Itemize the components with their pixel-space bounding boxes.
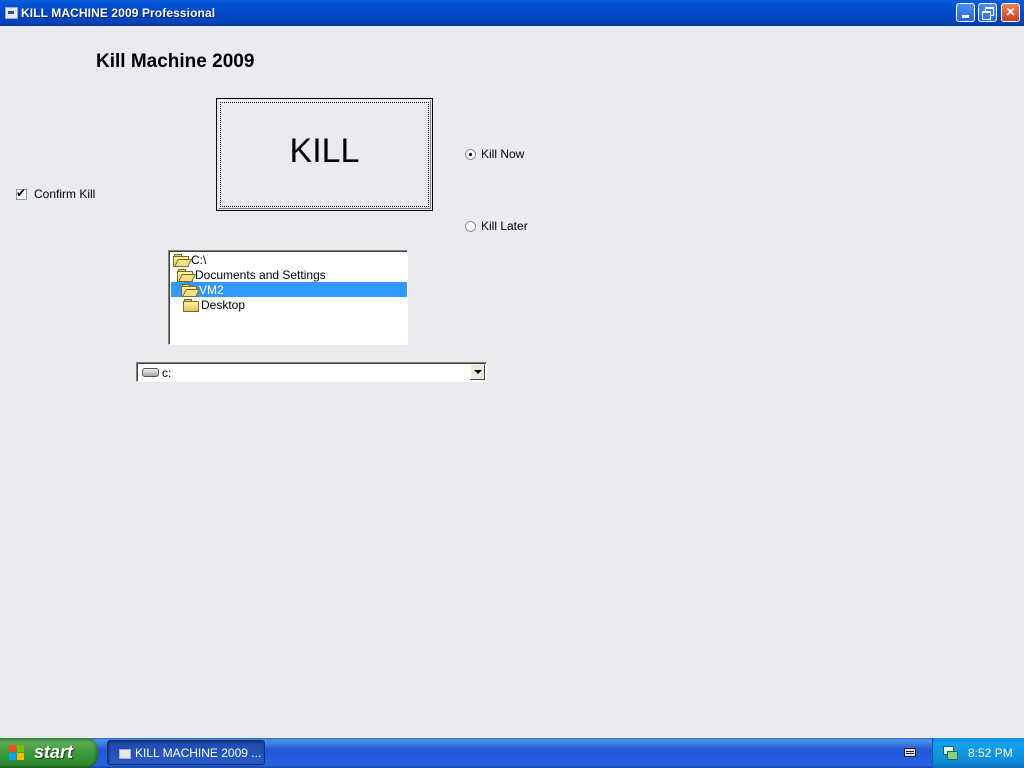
list-item-label: C:\ [191,252,207,267]
list-item-label: Documents and Settings [195,267,326,282]
keyboard-icon[interactable] [904,748,916,757]
page-title: Kill Machine 2009 [96,51,255,72]
kill-now-radio[interactable]: Kill Now [465,147,524,161]
taskbar-item-label: KILL MACHINE 2009 ... [135,746,262,760]
kill-button[interactable]: KILL [216,98,433,211]
folder-icon [183,298,199,312]
list-item-label: VM2 [199,282,224,297]
drive-select-value: c: [162,366,172,380]
radio-unchecked-icon[interactable] [465,220,476,232]
list-item-label: Desktop [201,297,246,312]
app-icon[interactable] [5,7,18,19]
checkmark-icon: ✔ [16,185,27,200]
confirm-kill-label: Confirm Kill [34,187,96,201]
kill-now-label: Kill Now [481,147,525,161]
windows-logo-icon [9,745,26,761]
confirm-kill-checkbox[interactable]: ✔ Confirm Kill [16,185,96,201]
clock[interactable]: 8:52 PM [968,746,1013,760]
open-folder-icon [181,283,200,297]
system-tray: 8:52 PM [932,738,1024,768]
close-icon: ✕ [1005,5,1016,19]
open-folder-icon [173,253,192,267]
directory-item-desktop[interactable]: Desktop [171,297,407,312]
taskbar-item-kill-machine[interactable]: KILL MACHINE 2009 ... [107,740,265,765]
open-folder-icon [177,268,196,282]
minimize-icon [962,15,969,18]
directory-item-vm2[interactable]: VM2 [171,282,407,297]
title-bar[interactable]: KILL MACHINE 2009 Professional ✕ [0,0,1024,26]
screen: KILL MACHINE 2009 Professional ✕ Kill Ma… [0,0,1024,768]
drive-select[interactable]: c: [136,362,487,382]
taskbar: start KILL MACHINE 2009 ... 8:52 PM [0,738,1024,768]
directory-item-documents-and-settings[interactable]: Documents and Settings [171,267,407,282]
start-button[interactable]: start [0,738,98,768]
minimize-button[interactable] [956,3,975,22]
kill-later-radio[interactable]: Kill Later [465,219,528,233]
drive-icon [142,368,159,377]
restore-button[interactable] [978,3,997,22]
network-icon[interactable] [943,746,958,760]
chevron-down-icon[interactable] [470,364,485,380]
directory-list[interactable]: C:\ Documents and Settings VM2 Desktop [168,250,408,345]
directory-item-c-root[interactable]: C:\ [171,252,407,267]
checkbox-box[interactable]: ✔ [16,185,27,200]
start-label: start [34,742,74,762]
radio-checked-icon[interactable] [465,148,476,160]
app-icon [119,749,131,759]
window-title: KILL MACHINE 2009 Professional [21,6,216,20]
kill-button-label: KILL [289,132,360,170]
main-form: Kill Machine 2009 KILL Kill Now Kill Lat… [0,26,1024,738]
kill-later-label: Kill Later [481,219,528,233]
close-button[interactable]: ✕ [1001,3,1020,22]
